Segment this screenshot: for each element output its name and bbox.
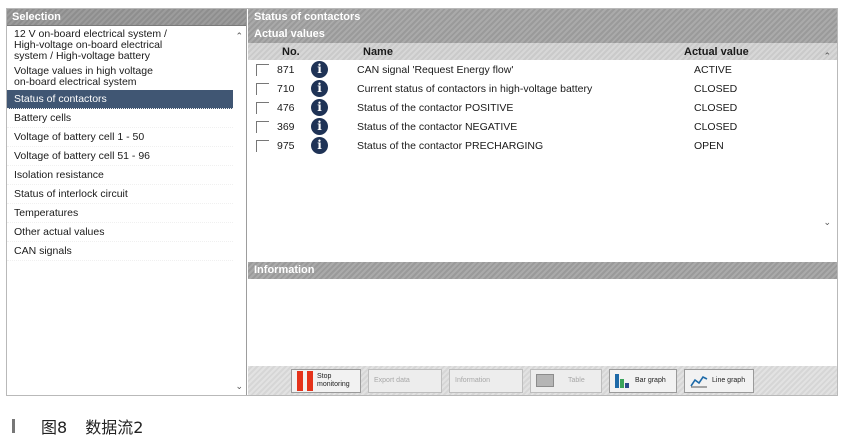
row-actual-value: ACTIVE — [694, 63, 732, 76]
actual-values-table: No. Name Actual value 871 i CAN signal 'Re… — [248, 43, 837, 265]
table-body: 871 i CAN signal 'Request Energy flow' ACTI… — [248, 60, 837, 155]
caption-marker — [12, 419, 15, 433]
row-actual-value: CLOSED — [694, 120, 738, 133]
figure-title: 数据流2 — [85, 418, 144, 437]
row-number: 871 — [277, 63, 295, 76]
info-icon[interactable]: i — [311, 61, 328, 78]
information-button[interactable]: Information — [449, 368, 523, 393]
selection-header: Selection — [7, 9, 246, 26]
figure-number: 图8 — [41, 418, 68, 437]
selection-item[interactable]: Voltage of battery cell 1 - 50 — [7, 128, 233, 147]
info-icon[interactable]: i — [311, 118, 328, 135]
selection-item-line: Voltage of battery cell 1 - 50 — [14, 130, 145, 143]
selection-item-line: system / High-voltage battery — [14, 50, 150, 62]
info-icon[interactable]: i — [311, 137, 328, 154]
stop-icon — [297, 370, 313, 391]
row-checkbox[interactable] — [256, 82, 269, 95]
row-name: Status of the contactor NEGATIVE — [357, 120, 518, 133]
bar-graph-label: Bar graph — [635, 377, 666, 384]
bar-graph-icon — [615, 373, 631, 388]
column-name[interactable]: Name — [348, 46, 684, 58]
table-header: No. Name Actual value — [248, 43, 837, 60]
row-name: Status of the contactor POSITIVE — [357, 101, 514, 114]
selection-item-line: Status of interlock circuit — [14, 187, 128, 200]
column-actual-value[interactable]: Actual value — [684, 46, 824, 58]
table-row[interactable]: 975 i Status of the contactor PRECHARGING O… — [248, 136, 837, 155]
information-label: Information — [455, 377, 491, 384]
selection-item-line: Temperatures — [14, 206, 79, 219]
selection-panel: Selection 12 V on-board electrical syste… — [7, 9, 247, 395]
table-row[interactable]: 710 i Current status of contactors in high… — [248, 79, 837, 98]
selection-item[interactable]: Isolation resistance — [7, 166, 233, 185]
row-checkbox[interactable] — [256, 101, 269, 114]
selection-item[interactable]: Temperatures — [7, 204, 233, 223]
figure-caption: 图8 数据流2 — [12, 414, 143, 438]
row-name: Status of the contactor PRECHARGING — [357, 139, 544, 152]
scroll-down-icon[interactable]: ⌄ — [235, 381, 243, 392]
selection-item[interactable]: 12 V on-board electrical system / High-vo… — [7, 27, 233, 64]
line-graph-label: Line graph — [712, 377, 746, 384]
selection-item-line: Isolation resistance — [14, 168, 104, 181]
scroll-up-icon[interactable]: ⌃ — [235, 31, 243, 42]
row-number: 476 — [277, 101, 295, 114]
stop-monitoring-button[interactable]: Stop monitoring — [291, 368, 361, 393]
selection-item-line: CAN signals — [14, 244, 72, 257]
bar-graph-button[interactable]: Bar graph — [609, 368, 677, 393]
row-number: 369 — [277, 120, 295, 133]
table-scroll-up-icon[interactable]: ⌃ — [823, 51, 831, 62]
selection-item[interactable]: Status of contactors — [7, 90, 233, 109]
selection-item[interactable]: Battery cells — [7, 109, 233, 128]
line-graph-icon — [690, 375, 708, 387]
table-scroll-down-icon[interactable]: ⌄ — [823, 217, 831, 228]
row-name: CAN signal 'Request Energy flow' — [357, 63, 514, 76]
table-label: Table — [568, 377, 585, 384]
information-header: Information — [248, 262, 837, 279]
selection-item-line: on-board electrical system — [14, 76, 137, 88]
row-name: Current status of contactors in high-vol… — [357, 82, 593, 95]
selection-list: 12 V on-board electrical system / High-vo… — [7, 27, 233, 261]
info-icon[interactable]: i — [311, 80, 328, 97]
stop-monitoring-label: Stop monitoring — [317, 372, 350, 388]
actual-values-header: Actual values — [248, 26, 837, 43]
table-button[interactable]: Table — [530, 368, 602, 393]
export-data-button[interactable]: Export data — [368, 368, 442, 393]
info-icon[interactable]: i — [311, 99, 328, 116]
selection-item-line: Status of contactors — [14, 92, 107, 105]
table-icon — [536, 374, 554, 387]
row-actual-value: CLOSED — [694, 101, 738, 114]
diagnostic-window: Selection 12 V on-board electrical syste… — [6, 8, 838, 396]
column-no[interactable]: No. — [248, 46, 348, 58]
selection-item-line: Voltage of battery cell 51 - 96 — [14, 149, 151, 162]
row-actual-value: CLOSED — [694, 82, 738, 95]
table-row[interactable]: 369 i Status of the contactor NEGATIVE CLOS… — [248, 117, 837, 136]
selection-item[interactable]: Status of interlock circuit — [7, 185, 233, 204]
table-row[interactable]: 476 i Status of the contactor POSITIVE CLOS… — [248, 98, 837, 117]
table-row[interactable]: 871 i CAN signal 'Request Energy flow' ACTI… — [248, 60, 837, 79]
export-data-label: Export data — [374, 377, 410, 384]
row-number: 710 — [277, 82, 295, 95]
selection-item-line: Battery cells — [14, 111, 72, 124]
information-body — [248, 280, 837, 366]
row-number: 975 — [277, 139, 295, 152]
selection-item[interactable]: Voltage values in high voltage on-board e… — [7, 64, 233, 90]
selection-item[interactable]: Other actual values — [7, 223, 233, 242]
selection-item-line: Other actual values — [14, 225, 105, 238]
row-actual-value: OPEN — [694, 139, 724, 152]
panel-title: Status of contactors — [248, 9, 837, 26]
selection-item[interactable]: Voltage of battery cell 51 - 96 — [7, 147, 233, 166]
toolbar: Stop monitoring Export data Information … — [248, 366, 837, 395]
row-checkbox[interactable] — [256, 63, 269, 76]
line-graph-button[interactable]: Line graph — [684, 368, 754, 393]
row-checkbox[interactable] — [256, 120, 269, 133]
row-checkbox[interactable] — [256, 139, 269, 152]
content-panel: Status of contactors Actual values No. N… — [248, 9, 837, 395]
selection-item[interactable]: CAN signals — [7, 242, 233, 261]
